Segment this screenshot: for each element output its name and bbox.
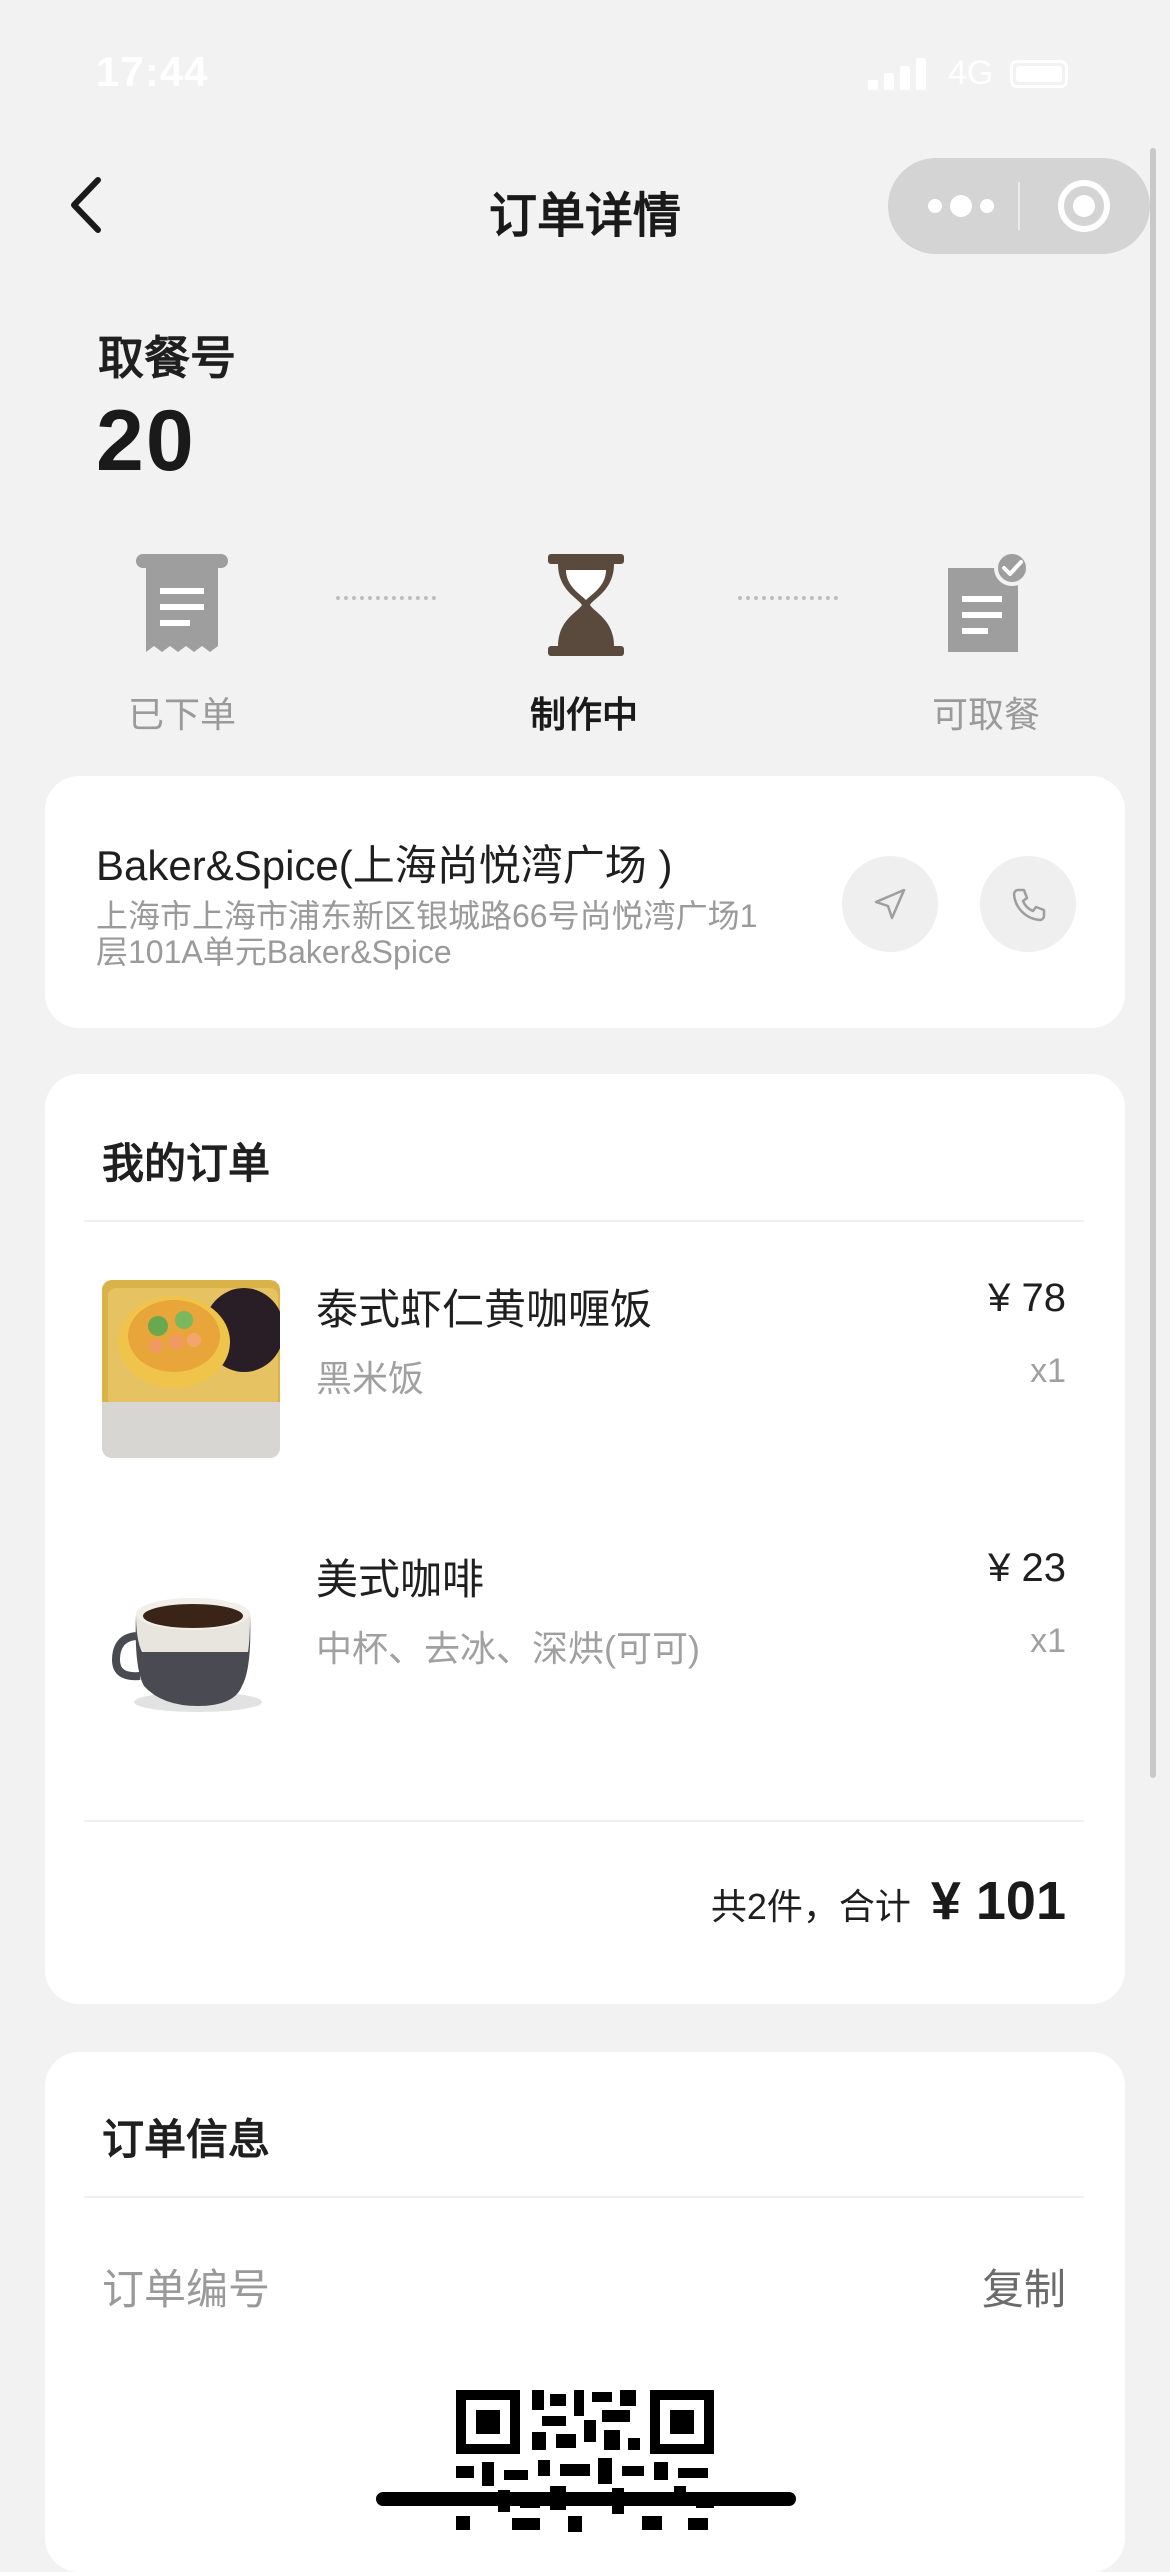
status-indicators: 4G	[830, 50, 1170, 100]
item-price: ¥ 23	[988, 1546, 1066, 1590]
item-options: 中杯、去冰、深烘(可可)	[316, 1628, 700, 1669]
store-name: Baker&Spice(上海尚悦湾广场 )	[96, 842, 673, 889]
store-address-line1: 上海市上海市浦东新区银城路66号尚悦湾广场1	[96, 898, 758, 934]
progress-connector	[336, 596, 436, 606]
battery-icon	[1010, 60, 1068, 88]
item-options: 黑米饭	[316, 1358, 425, 1399]
hourglass-icon	[536, 550, 636, 660]
home-indicator[interactable]	[376, 2492, 796, 2506]
divider	[84, 2196, 1084, 2198]
summary-count: 共2件，合计	[710, 1886, 911, 1927]
mini-program-capsule	[888, 158, 1150, 254]
call-store-button[interactable]	[980, 856, 1076, 952]
item-quantity: x1	[1030, 1352, 1066, 1390]
pickup-number: 20	[96, 393, 196, 489]
pickup-number-label: 取餐号	[98, 332, 236, 384]
more-icon[interactable]	[928, 192, 994, 220]
progress-connector	[738, 596, 838, 606]
close-mini-program-icon[interactable]	[1058, 180, 1110, 232]
step-label-preparing: 制作中	[529, 694, 638, 735]
signal-icon	[868, 58, 926, 90]
step-label-ready: 可取餐	[931, 694, 1040, 735]
phone-icon	[1012, 888, 1046, 922]
network-label: 4G	[948, 54, 994, 92]
order-info-title: 订单信息	[102, 2116, 271, 2163]
navigate-button[interactable]	[842, 856, 938, 952]
store-address: 上海市上海市浦东新区银城路66号尚悦湾广场1 层101A单元Baker&Spic…	[96, 898, 796, 970]
copy-button[interactable]: 复制	[960, 2256, 1066, 2317]
step-label-ordered: 已下单	[127, 694, 236, 735]
order-qr-code	[452, 2386, 718, 2532]
order-number-label: 订单编号	[102, 2266, 271, 2313]
divider	[84, 1820, 1084, 1822]
item-name: 美式咖啡	[316, 1556, 485, 1603]
item-name: 泰式虾仁黄咖喱饭	[316, 1286, 653, 1333]
capsule-divider	[1018, 182, 1020, 230]
receipt-icon	[132, 550, 232, 660]
my-order-title: 我的订单	[102, 1140, 271, 1187]
coffee-image	[102, 1550, 280, 1728]
divider	[84, 1220, 1084, 1222]
item-quantity: x1	[1030, 1622, 1066, 1660]
status-time: 17:44	[96, 48, 209, 95]
order-summary: 共2件，合计 ¥ 101	[560, 1870, 1066, 1932]
item-price: ¥ 78	[988, 1276, 1066, 1320]
order-card	[45, 1074, 1125, 2004]
scrollbar[interactable]	[1150, 148, 1156, 1778]
curry-rice-image	[102, 1280, 280, 1458]
store-address-line2: 层101A单元Baker&Spice	[96, 934, 452, 970]
navigation-arrow-icon	[874, 888, 906, 920]
summary-total: ¥ 101	[930, 1871, 1066, 1931]
ready-doc-icon	[934, 550, 1034, 660]
